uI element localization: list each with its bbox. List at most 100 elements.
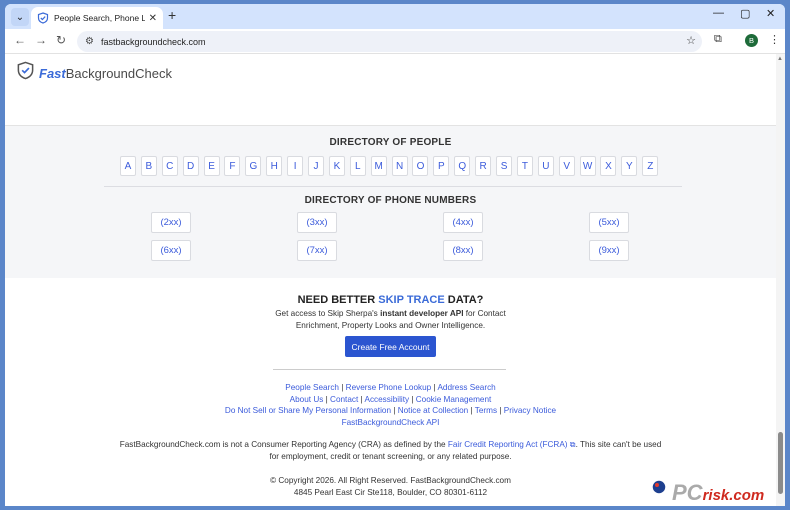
scroll-up-arrow-icon[interactable]: ▲ bbox=[777, 56, 783, 62]
tab-search-button[interactable]: ⌄ bbox=[11, 8, 29, 26]
close-tab-icon[interactable]: ✕ bbox=[149, 13, 157, 24]
page-scrollbar[interactable]: ▲ bbox=[776, 54, 785, 506]
letter-b-link[interactable]: B bbox=[140, 156, 157, 176]
phone-prefix-7xx-link[interactable]: (7xx) bbox=[297, 240, 337, 261]
letter-o-link[interactable]: O bbox=[412, 156, 429, 176]
reverse-phone-link[interactable]: Reverse Phone Lookup bbox=[346, 383, 432, 392]
phone-prefix-9xx-link[interactable]: (9xx) bbox=[589, 240, 629, 261]
phone-prefix-4xx-link[interactable]: (4xx) bbox=[443, 212, 483, 233]
cta-title: NEED BETTER SKIP TRACE DATA? bbox=[5, 294, 776, 306]
disclaimer-text: FastBackgroundCheck.com is not a Consume… bbox=[119, 440, 448, 449]
cta-title-part: NEED BETTER bbox=[297, 294, 379, 306]
shield-favicon-icon bbox=[37, 12, 49, 24]
letter-m-link[interactable]: M bbox=[370, 156, 387, 176]
logo-fast-text: Fast bbox=[39, 65, 66, 81]
site-info-icon[interactable]: ⚙ bbox=[85, 36, 94, 47]
reload-icon[interactable]: ↻ bbox=[56, 33, 66, 47]
letter-a-link[interactable]: A bbox=[120, 156, 136, 176]
letter-w-link[interactable]: W bbox=[579, 156, 596, 176]
logo-brand-text: BackgroundCheck bbox=[65, 65, 172, 81]
browser-toolbar: ← → ↻ ⚙ fastbackgroundcheck.com ☆ ⧉ B ⋮ bbox=[5, 29, 785, 54]
privacy-notice-link[interactable]: Privacy Notice bbox=[504, 406, 556, 415]
about-us-link[interactable]: About Us bbox=[290, 395, 324, 404]
phone-prefix-3xx-link[interactable]: (3xx) bbox=[297, 212, 337, 233]
address-search-link[interactable]: Address Search bbox=[437, 383, 495, 392]
watermark-pc: PC bbox=[672, 479, 703, 505]
fcra-link[interactable]: Fair Credit Reporting Act (FCRA) bbox=[448, 440, 568, 449]
letter-h-link[interactable]: H bbox=[266, 156, 283, 176]
letter-g-link[interactable]: G bbox=[245, 156, 262, 176]
letter-d-link[interactable]: D bbox=[182, 156, 199, 176]
page-content: FastBackgroundCheck DIRECTORY OF PEOPLE … bbox=[5, 54, 785, 506]
watermark-risk: risk.com bbox=[702, 486, 765, 504]
letter-z-link[interactable]: Z bbox=[642, 156, 659, 176]
maximize-icon[interactable]: ▢ bbox=[740, 7, 750, 20]
letter-e-link[interactable]: E bbox=[203, 156, 220, 176]
do-not-sell-link[interactable]: Do Not Sell or Share My Personal Informa… bbox=[225, 406, 391, 415]
forward-icon[interactable]: → bbox=[35, 33, 47, 47]
letter-list: ABCDEFGHIJKLMNOPQRSTUVWXYZ bbox=[120, 156, 659, 176]
create-free-account-button[interactable]: Create Free Account bbox=[345, 336, 436, 357]
footer-links: People Search | Reverse Phone Lookup | A… bbox=[224, 383, 557, 428]
phone-prefix-8xx-link[interactable]: (8xx) bbox=[443, 240, 483, 261]
back-icon[interactable]: ← bbox=[14, 33, 26, 47]
letter-x-link[interactable]: X bbox=[600, 156, 617, 176]
letter-f-link[interactable]: F bbox=[224, 156, 241, 176]
magnifier-logo-icon bbox=[650, 478, 670, 506]
phone-prefix-2xx-link[interactable]: (2xx) bbox=[151, 212, 191, 233]
new-tab-icon[interactable]: + bbox=[168, 7, 176, 23]
letter-r-link[interactable]: R bbox=[475, 156, 492, 176]
disclaimer: FastBackgroundCheck.com is not a Consume… bbox=[115, 439, 666, 462]
directory-phones-title: DIRECTORY OF PHONE NUMBERS bbox=[304, 195, 477, 206]
terms-link[interactable]: Terms bbox=[475, 406, 497, 415]
close-window-icon[interactable]: ✕ bbox=[766, 7, 775, 20]
url-text: fastbackgroundcheck.com bbox=[100, 36, 206, 47]
letter-y-link[interactable]: Y bbox=[621, 156, 638, 176]
letter-q-link[interactable]: Q bbox=[454, 156, 471, 176]
directory-people-title: DIRECTORY OF PEOPLE bbox=[329, 137, 452, 148]
extensions-icon[interactable]: ⧉ bbox=[714, 33, 722, 46]
letter-p-link[interactable]: P bbox=[433, 156, 450, 176]
phone-prefix-6xx-link[interactable]: (6xx) bbox=[151, 240, 191, 261]
site-logo[interactable]: FastBackgroundCheck bbox=[16, 61, 172, 85]
letter-k-link[interactable]: K bbox=[328, 156, 345, 176]
letter-j-link[interactable]: J bbox=[308, 156, 325, 176]
browser-menu-icon[interactable]: ⋮ bbox=[769, 33, 780, 46]
letter-s-link[interactable]: S bbox=[496, 156, 513, 176]
tab-strip: ⌄ People Search, Phone Lookup, A ✕ + — ▢… bbox=[5, 4, 785, 29]
letter-t-link[interactable]: T bbox=[516, 156, 533, 176]
people-search-link[interactable]: People Search bbox=[285, 383, 339, 392]
phone-prefix-5xx-link[interactable]: (5xx) bbox=[589, 212, 629, 233]
letter-n-link[interactable]: N bbox=[391, 156, 408, 176]
letter-l-link[interactable]: L bbox=[349, 156, 366, 176]
cta-title-highlight: SKIP TRACE bbox=[378, 294, 445, 306]
browser-window: ⌄ People Search, Phone Lookup, A ✕ + — ▢… bbox=[5, 4, 785, 506]
tab-title: People Search, Phone Lookup, A bbox=[54, 13, 145, 23]
divider bbox=[104, 186, 682, 187]
cta-desc-bold: instant developer API bbox=[380, 309, 464, 318]
scrollbar-thumb[interactable] bbox=[778, 432, 783, 494]
bookmark-star-icon[interactable]: ☆ bbox=[686, 34, 696, 47]
letter-v-link[interactable]: V bbox=[558, 156, 575, 176]
notice-at-collection-link[interactable]: Notice at Collection bbox=[398, 406, 469, 415]
cookie-management-link[interactable]: Cookie Management bbox=[416, 395, 492, 404]
api-link[interactable]: FastBackgroundCheck API bbox=[342, 418, 440, 427]
letter-i-link[interactable]: I bbox=[287, 156, 304, 176]
shield-logo-icon bbox=[16, 61, 35, 85]
footer-divider bbox=[273, 369, 506, 370]
directory-section: DIRECTORY OF PEOPLE ABCDEFGHIJKLMNOPQRST… bbox=[5, 126, 785, 278]
letter-c-link[interactable]: C bbox=[161, 156, 178, 176]
cta-title-part: DATA? bbox=[444, 294, 484, 306]
site-header: FastBackgroundCheck bbox=[5, 54, 785, 126]
letter-u-link[interactable]: U bbox=[537, 156, 554, 176]
profile-avatar[interactable]: B bbox=[745, 34, 758, 47]
cta-desc-part: Get access to Skip Sherpa's bbox=[275, 309, 381, 318]
site-footer: NEED BETTER SKIP TRACE DATA? Get access … bbox=[5, 278, 776, 506]
active-tab[interactable]: People Search, Phone Lookup, A ✕ bbox=[31, 7, 163, 29]
minimize-icon[interactable]: — bbox=[713, 7, 724, 19]
contact-link[interactable]: Contact bbox=[330, 395, 358, 404]
accessibility-link[interactable]: Accessibility bbox=[364, 395, 409, 404]
address-bar[interactable]: ⚙ fastbackgroundcheck.com ☆ bbox=[77, 31, 702, 52]
cta-description: Get access to Skip Sherpa's instant deve… bbox=[275, 308, 506, 331]
pcrisk-watermark: PCrisk.com bbox=[650, 478, 764, 506]
